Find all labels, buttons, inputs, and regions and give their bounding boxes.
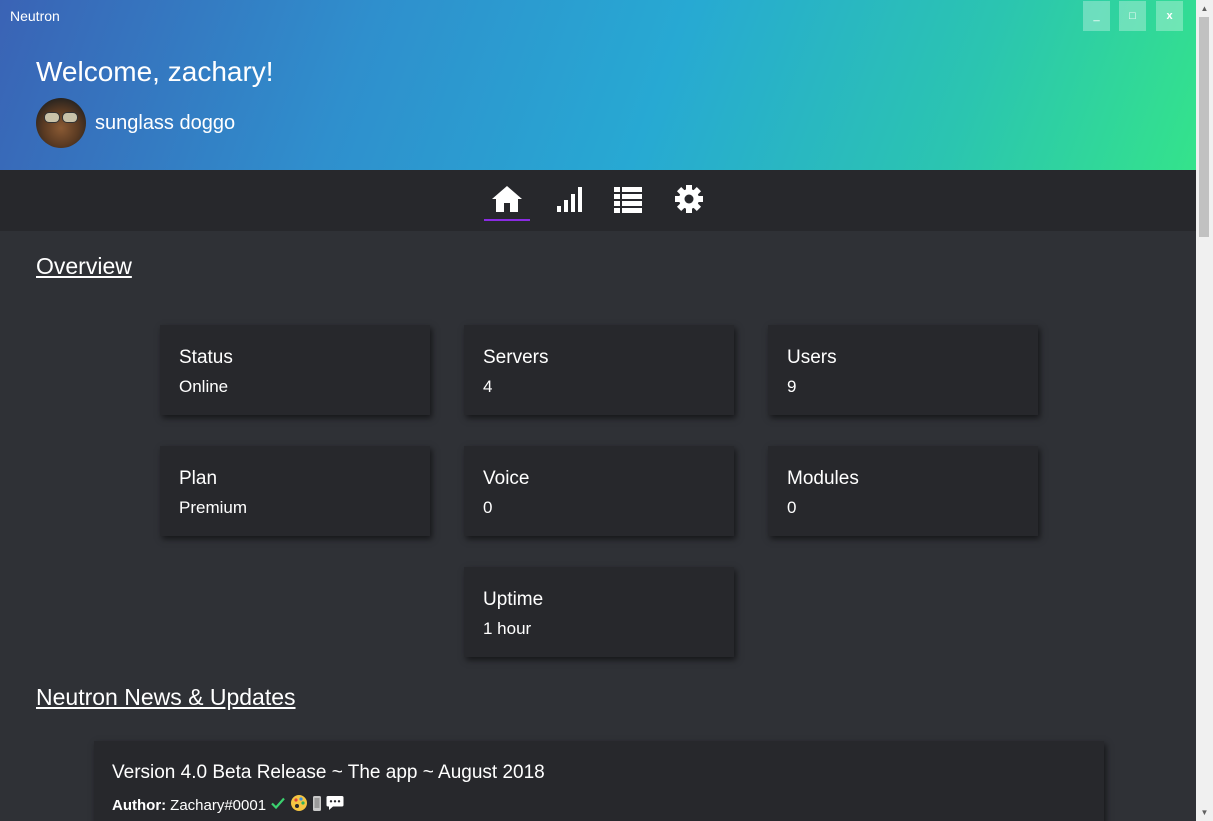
stat-card-users: Users 9	[768, 325, 1038, 415]
maximize-button[interactable]: □	[1119, 1, 1146, 31]
app-title: Neutron	[10, 8, 60, 24]
username: sunglass doggo	[95, 112, 236, 134]
card-label: Modules	[787, 468, 859, 489]
gear-icon	[674, 184, 704, 220]
app-window: Neutron _ □ x Welcome, zachary! sunglass…	[0, 0, 1196, 821]
tab-stats[interactable]	[546, 184, 592, 220]
news-post-author-row: Author: Zachary#0001	[112, 794, 344, 816]
news-title: Neutron News & Updates	[36, 684, 296, 710]
sunglasses-left	[44, 112, 60, 123]
nav-bar	[0, 170, 1196, 231]
scroll-thumb[interactable]	[1199, 17, 1209, 237]
vertical-scrollbar[interactable]: ▲ ▼	[1196, 0, 1213, 821]
stats-icon	[555, 184, 583, 220]
home-icon	[491, 184, 523, 220]
card-label: Voice	[483, 468, 530, 489]
avatar	[36, 98, 86, 148]
card-label: Plan	[179, 468, 218, 489]
author-label: Author:	[112, 796, 167, 814]
overview-title: Overview	[36, 253, 132, 279]
card-value: 0	[483, 498, 493, 517]
stat-card-uptime: Uptime 1 hour	[464, 567, 734, 657]
tab-settings[interactable]	[666, 184, 712, 220]
card-label: Status	[179, 347, 233, 368]
news-post-title: Version 4.0 Beta Release ~ The app ~ Aug…	[112, 762, 545, 783]
welcome-heading: Welcome, zachary!	[36, 56, 274, 87]
sunglasses-right	[62, 112, 78, 123]
card-label: Servers	[483, 347, 549, 368]
author-name: Zachary#0001	[170, 796, 267, 814]
phone-icon	[312, 795, 322, 816]
palette-icon	[290, 794, 308, 816]
card-value: 4	[483, 377, 493, 396]
stat-card-plan: Plan Premium	[160, 446, 430, 536]
stat-card-modules: Modules 0	[768, 446, 1038, 536]
close-button[interactable]: x	[1156, 1, 1183, 31]
minimize-button[interactable]: _	[1083, 1, 1110, 31]
header-banner: Neutron _ □ x Welcome, zachary! sunglass…	[0, 0, 1196, 176]
scroll-up-arrow[interactable]: ▲	[1196, 0, 1213, 17]
card-value: 1 hour	[483, 619, 532, 638]
stat-card-voice: Voice 0	[464, 446, 734, 536]
card-label: Users	[787, 347, 837, 368]
card-value: 9	[787, 377, 797, 396]
scroll-down-arrow[interactable]: ▼	[1196, 804, 1213, 821]
stat-card-servers: Servers 4	[464, 325, 734, 415]
card-value: Online	[179, 377, 229, 396]
stat-card-status: Status Online	[160, 325, 430, 415]
check-icon	[270, 795, 286, 815]
tab-home[interactable]	[484, 184, 530, 221]
card-value: Premium	[179, 498, 248, 517]
tab-list[interactable]	[605, 184, 651, 220]
chat-icon	[326, 795, 344, 815]
news-post: Version 4.0 Beta Release ~ The app ~ Aug…	[94, 741, 1104, 821]
list-icon	[613, 184, 643, 220]
card-value: 0	[787, 498, 797, 517]
card-label: Uptime	[483, 589, 544, 610]
